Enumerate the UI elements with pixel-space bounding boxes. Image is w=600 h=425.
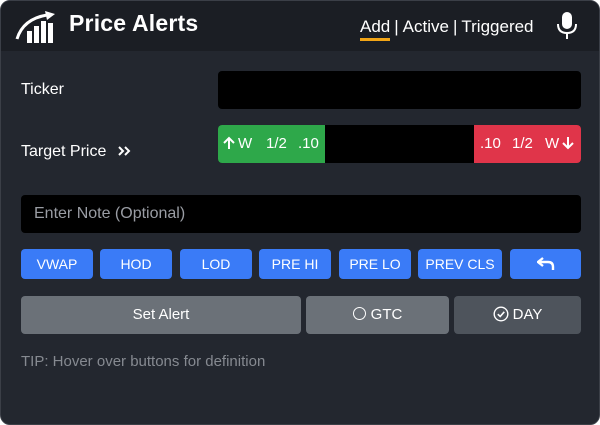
undo-button[interactable]: [510, 249, 581, 279]
price-alerts-window: Price Alerts Add | Active | Triggered Ticker…: [0, 0, 600, 425]
increase-price-group: W 1/2 .10: [218, 125, 325, 163]
note-input[interactable]: [21, 195, 581, 233]
pre-lo-button[interactable]: PRE LO: [339, 249, 411, 279]
decrease-half-button[interactable]: 1/2: [512, 125, 533, 163]
target-price-label-text: Target Price: [21, 143, 107, 160]
double-chevron-right-icon: [118, 146, 131, 156]
decrease-price-group: .10 1/2 W: [474, 125, 581, 163]
hod-button[interactable]: HOD: [100, 249, 172, 279]
prev-cls-button[interactable]: PREV CLS: [418, 249, 502, 279]
microphone-icon[interactable]: [555, 11, 579, 41]
day-label: DAY: [512, 306, 543, 323]
tab-add[interactable]: Add: [360, 17, 391, 41]
radio-empty-icon: [352, 307, 366, 320]
decrease-whole-button[interactable]: W: [545, 125, 574, 163]
rising-bar-chart-logo-icon: [15, 11, 55, 43]
target-price-label: Target Price: [21, 143, 133, 161]
gtc-label: GTC: [370, 306, 403, 323]
increase-whole-label: W: [238, 135, 253, 152]
day-button[interactable]: DAY: [454, 296, 581, 334]
tab-triggered[interactable]: Triggered: [461, 17, 533, 37]
increase-tenth-button[interactable]: .10: [298, 125, 319, 163]
target-price-control: W 1/2 .10 .10 1/2 W: [218, 125, 581, 163]
undo-arrow-icon: [535, 257, 554, 270]
app-title: Price Alerts: [69, 10, 199, 36]
tab-separator: |: [452, 17, 458, 36]
arrow-up-icon: [223, 136, 235, 149]
decrease-whole-label: W: [545, 135, 560, 152]
tab-separator: |: [394, 17, 399, 36]
increase-whole-button[interactable]: W: [223, 125, 252, 163]
tip-text: TIP: Hover over buttons for definition: [21, 353, 266, 370]
lod-button[interactable]: LOD: [180, 249, 252, 279]
radio-checked-icon: [493, 306, 509, 322]
ticker-input[interactable]: [218, 71, 581, 109]
gtc-button[interactable]: GTC: [306, 296, 449, 334]
header-bar: Price Alerts Add | Active | Triggered: [1, 1, 599, 51]
increase-half-button[interactable]: 1/2: [266, 125, 287, 163]
set-alert-button[interactable]: Set Alert: [21, 296, 301, 334]
decrease-tenth-button[interactable]: .10: [480, 125, 501, 163]
tab-active[interactable]: Active: [403, 17, 449, 37]
view-tabs: Add | Active | Triggered: [360, 17, 534, 41]
arrow-down-icon: [562, 137, 574, 150]
pre-hi-button[interactable]: PRE HI: [259, 249, 331, 279]
target-price-input[interactable]: [325, 125, 474, 163]
ticker-label: Ticker: [21, 81, 64, 98]
vwap-button[interactable]: VWAP: [21, 249, 93, 279]
